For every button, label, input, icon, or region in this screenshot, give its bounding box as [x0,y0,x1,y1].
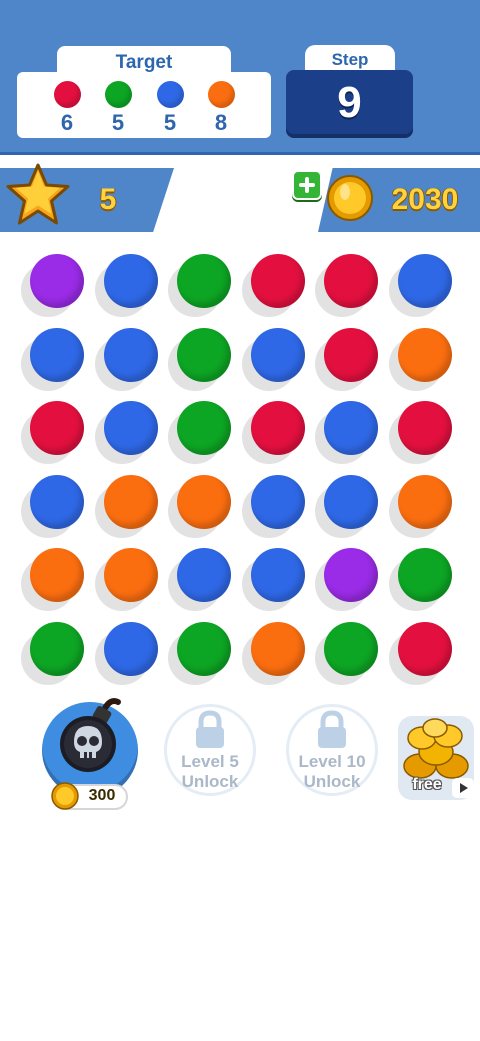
target-dot-red [53,81,81,108]
step-label: Step [331,50,369,69]
ball-orange[interactable] [251,622,305,676]
ball-red[interactable] [251,254,305,308]
coin-icon [327,175,373,221]
lock-icon [196,710,224,748]
lock-icon [318,710,346,748]
ball-blue[interactable] [30,475,84,529]
target-count-green: 5 [111,110,125,135]
ball-blue[interactable] [398,254,452,308]
price-coin-icon [51,782,79,810]
target-dot-blue [156,81,184,108]
free-label: free [412,776,442,793]
target-dot-green [104,81,132,108]
bomb-price: 300 [88,787,116,804]
locked-level-text: Level 10 [298,752,366,771]
ball-orange[interactable] [398,328,452,382]
ball-green[interactable] [398,548,452,602]
ball-blue[interactable] [324,475,378,529]
ball-orange[interactable] [398,475,452,529]
ball-red[interactable] [251,401,305,455]
ball-red[interactable] [30,401,84,455]
locked-unlock-text: Unlock [303,772,361,791]
target-item-red: 6 [50,81,84,136]
locked-unlock-text: Unlock [181,772,239,791]
ball-orange[interactable] [104,548,158,602]
target-count-blue: 5 [163,110,177,135]
bomb-skull-icon [60,698,121,772]
ball-blue[interactable] [251,475,305,529]
ball-blue[interactable] [30,328,84,382]
ball-green[interactable] [177,622,231,676]
ball-green[interactable] [324,622,378,676]
target-item-orange: 8 [204,81,238,136]
target-count-red: 6 [60,110,74,135]
locked-label-level-10: Level 10 Unlock [282,752,382,792]
target-count-orange: 8 [214,110,228,135]
game-board[interactable] [0,240,480,690]
step-value: 9 [337,78,362,127]
ball-blue[interactable] [177,548,231,602]
target-item-green: 5 [101,81,135,136]
target-dot-orange [207,81,235,108]
ball-red[interactable] [324,254,378,308]
target-item-blue: 5 [153,81,187,136]
ball-green[interactable] [30,622,84,676]
add-coins-plus-icon[interactable] [292,170,322,200]
ball-purple[interactable] [30,254,84,308]
ball-red[interactable] [324,328,378,382]
locked-label-level-5: Level 5 Unlock [160,752,260,792]
ball-blue[interactable] [104,622,158,676]
target-title: Target [115,52,173,73]
ball-red[interactable] [398,622,452,676]
stars-count: 5 [99,183,117,216]
ball-orange[interactable] [177,475,231,529]
locked-level-text: Level 5 [181,752,239,771]
ball-green[interactable] [177,254,231,308]
ball-red[interactable] [398,401,452,455]
ball-green[interactable] [177,328,231,382]
ball-orange[interactable] [30,548,84,602]
ball-blue[interactable] [104,254,158,308]
ball-blue[interactable] [324,401,378,455]
ball-blue[interactable] [251,328,305,382]
ball-orange[interactable] [104,475,158,529]
ball-blue[interactable] [251,548,305,602]
star-icon [6,163,70,225]
play-icon [452,778,474,798]
ball-green[interactable] [177,401,231,455]
ball-purple[interactable] [324,548,378,602]
coins-count: 2030 [391,183,459,216]
ball-blue[interactable] [104,328,158,382]
ball-blue[interactable] [104,401,158,455]
